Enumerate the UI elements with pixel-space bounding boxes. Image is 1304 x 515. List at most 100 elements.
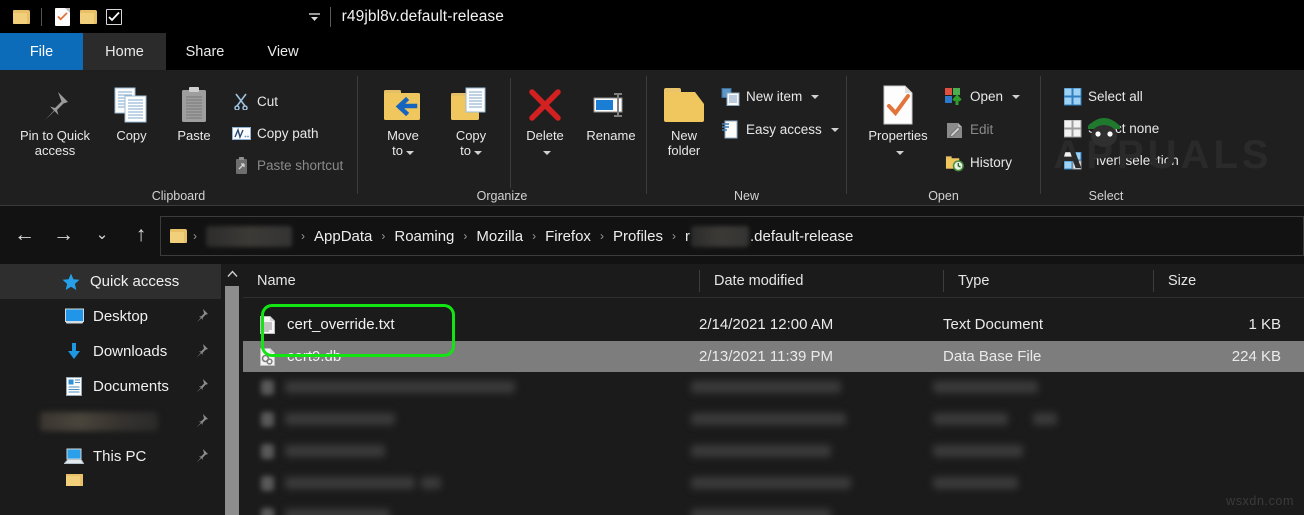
scrollbar-thumb[interactable]: [225, 286, 239, 515]
tab-view[interactable]: View: [244, 33, 322, 70]
chevron-down-icon[interactable]: [542, 151, 551, 155]
tab-file[interactable]: File: [0, 33, 83, 70]
select-none-icon: [1063, 119, 1082, 138]
edit-icon: [945, 120, 964, 139]
breadcrumb-item-redacted[interactable]: [201, 225, 297, 247]
copy-path-label: Copy path: [257, 126, 319, 141]
copy-button[interactable]: Copy: [104, 82, 159, 143]
history-icon: [945, 153, 964, 172]
breadcrumb-item-firefox[interactable]: Firefox: [540, 228, 596, 245]
pin-icon[interactable]: [194, 343, 209, 362]
copy-icon: [113, 82, 151, 128]
breadcrumb-item-mozilla[interactable]: Mozilla: [471, 228, 528, 245]
chevron-down-icon[interactable]: ⌄: [92, 225, 112, 245]
move-to-button[interactable]: Move to: [374, 82, 432, 158]
arrow-left-icon[interactable]: ←: [14, 224, 35, 245]
this-pc-icon: [63, 447, 85, 467]
pin-icon[interactable]: [194, 413, 209, 432]
easy-access-label: Easy access: [746, 122, 822, 137]
sidebar-item-desktop[interactable]: Desktop: [0, 299, 221, 334]
sidebar-item-partial[interactable]: [0, 474, 221, 486]
paste-shortcut-button[interactable]: Paste shortcut: [232, 156, 343, 175]
breadcrumb-item-profiles[interactable]: Profiles: [608, 228, 668, 245]
save-check-icon[interactable]: [49, 4, 75, 30]
invert-selection-button[interactable]: Invert selection: [1063, 151, 1179, 170]
chevron-down-icon[interactable]: [304, 6, 326, 28]
pin-icon[interactable]: [194, 378, 209, 397]
sidebar-item-redacted[interactable]: [0, 404, 221, 439]
tab-share[interactable]: Share: [166, 33, 244, 70]
download-icon: [63, 342, 85, 362]
file-date-modified: 2/14/2021 12:00 AM: [699, 316, 834, 333]
chevron-down-icon[interactable]: [895, 151, 904, 155]
sidebar-item-downloads[interactable]: Downloads: [0, 334, 221, 369]
database-file-icon: [259, 347, 276, 367]
copy-to-icon: [450, 82, 492, 128]
chevron-down-icon[interactable]: [811, 94, 820, 99]
folder-icon: [170, 228, 187, 244]
arrow-up-icon[interactable]: ↑: [131, 224, 151, 245]
tab-home[interactable]: Home: [83, 33, 166, 70]
sidebar-item-this-pc[interactable]: This PC: [0, 439, 221, 474]
breadcrumb[interactable]: › › AppData › Roaming › Mozilla › Firefo…: [160, 216, 1304, 256]
divider: [41, 7, 42, 26]
new-folder-button[interactable]: New folder: [655, 82, 713, 158]
select-none-button[interactable]: Select none: [1063, 119, 1159, 138]
column-header-size[interactable]: Size: [1153, 269, 1293, 292]
select-all-button[interactable]: Select all: [1063, 87, 1143, 106]
scroll-up-icon[interactable]: [221, 264, 243, 284]
breadcrumb-item-appdata[interactable]: AppData: [309, 228, 377, 245]
copy-to-button[interactable]: Copy to: [442, 82, 500, 158]
file-list: Name Date modified Type Size cert_overri…: [243, 264, 1304, 515]
chevron-down-icon[interactable]: [1012, 94, 1021, 99]
chevron-down-icon[interactable]: [830, 127, 839, 132]
file-name: cert9.db: [287, 348, 342, 365]
chevron-down-icon[interactable]: [473, 151, 482, 155]
easy-access-icon: [721, 120, 740, 139]
paste-icon: [178, 82, 210, 128]
edit-button[interactable]: Edit: [945, 120, 993, 139]
arrow-right-icon[interactable]: →: [53, 224, 74, 245]
paste-button[interactable]: Paste: [165, 82, 223, 143]
open-button[interactable]: Open: [945, 87, 1021, 106]
pin-icon: [38, 82, 72, 128]
delete-button[interactable]: Delete: [516, 82, 574, 158]
folder-icon[interactable]: [8, 4, 34, 30]
table-row[interactable]: cert_override.txt 2/14/2021 12:00 AM Tex…: [243, 309, 1304, 340]
new-item-button[interactable]: New item: [721, 87, 820, 106]
cut-button[interactable]: Cut: [232, 92, 278, 111]
sidebar-item-quick-access[interactable]: Quick access: [0, 264, 221, 299]
copy-path-button[interactable]: Copy path: [232, 124, 319, 143]
sidebar-item-documents[interactable]: Documents: [0, 369, 221, 404]
pin-icon[interactable]: [194, 448, 209, 467]
file-size: 224 KB: [1231, 348, 1281, 365]
properties-button[interactable]: Properties: [855, 82, 941, 158]
navigation-pane-scrollbar[interactable]: [221, 264, 243, 515]
pin-icon[interactable]: [194, 308, 209, 327]
rename-icon: [591, 82, 631, 128]
move-to-label2: to: [392, 143, 403, 158]
folder-icon[interactable]: [75, 4, 101, 30]
new-folder-icon: [664, 82, 704, 128]
breadcrumb-separator: ›: [671, 229, 676, 243]
divider: [329, 6, 331, 27]
easy-access-button[interactable]: Easy access: [721, 120, 839, 139]
column-header-name[interactable]: Name: [243, 270, 699, 292]
invert-selection-label: Invert selection: [1088, 153, 1179, 168]
file-explorer-window: r49jbl8v.default-release File Home Share…: [0, 0, 1304, 515]
scissors-icon: [232, 92, 251, 111]
breadcrumb-item-roaming[interactable]: Roaming: [389, 228, 459, 245]
ribbon-group-label-clipboard: Clipboard: [151, 189, 206, 203]
rename-button[interactable]: Rename: [580, 82, 642, 143]
rename-label: Rename: [586, 128, 636, 143]
paste-shortcut-icon: [232, 156, 251, 175]
history-button[interactable]: History: [945, 153, 1012, 172]
column-header-type[interactable]: Type: [943, 269, 1153, 292]
breadcrumb-item-profile[interactable]: r .default-release: [680, 225, 858, 247]
column-header-date-modified[interactable]: Date modified: [699, 269, 943, 292]
ribbon-group-select: Select all Select none Invert selection …: [1041, 70, 1211, 206]
pin-to-quick-access-button[interactable]: Pin to Quick access: [10, 82, 100, 158]
chevron-down-icon[interactable]: [405, 151, 414, 155]
checkbox-icon[interactable]: [101, 4, 127, 30]
breadcrumb-separator: ›: [532, 229, 537, 243]
